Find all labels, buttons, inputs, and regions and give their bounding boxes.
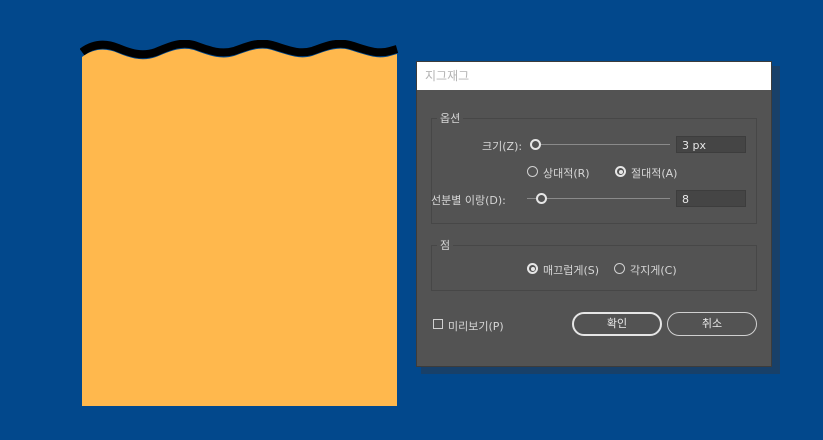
- smooth-label[interactable]: 매끄럽게(S): [543, 262, 599, 278]
- smooth-radio[interactable]: [527, 263, 538, 274]
- absolute-radio[interactable]: [615, 166, 626, 177]
- size-input[interactable]: 3 px: [676, 136, 746, 153]
- size-slider-knob[interactable]: [530, 139, 541, 150]
- relative-label[interactable]: 상대적(R): [543, 165, 590, 181]
- shape-fill: [82, 48, 397, 406]
- options-group-label: 옵션: [437, 110, 464, 126]
- size-label: 크기(Z):: [482, 140, 523, 153]
- relative-radio[interactable]: [527, 166, 538, 177]
- ridges-input[interactable]: 8: [676, 190, 746, 207]
- dialog-title-bar[interactable]: 지그재그: [417, 62, 771, 90]
- ok-button[interactable]: 확인: [572, 312, 662, 336]
- preview-checkbox[interactable]: [433, 319, 443, 329]
- points-group-label: 점: [437, 237, 454, 253]
- options-group: [431, 118, 757, 224]
- preview-label[interactable]: 미리보기(P): [448, 318, 504, 334]
- absolute-label[interactable]: 절대적(A): [631, 165, 677, 181]
- ridges-slider-knob[interactable]: [536, 193, 547, 204]
- corner-radio[interactable]: [614, 263, 625, 274]
- zigzag-shape[interactable]: [80, 40, 400, 408]
- corner-label[interactable]: 각지게(C): [630, 262, 677, 278]
- cancel-button[interactable]: 취소: [667, 312, 757, 336]
- ridges-label: 선분별 이랑(D):: [431, 194, 506, 207]
- size-slider-track[interactable]: [535, 144, 670, 145]
- dialog-title: 지그재그: [425, 69, 470, 83]
- ridges-slider-track[interactable]: [527, 198, 670, 199]
